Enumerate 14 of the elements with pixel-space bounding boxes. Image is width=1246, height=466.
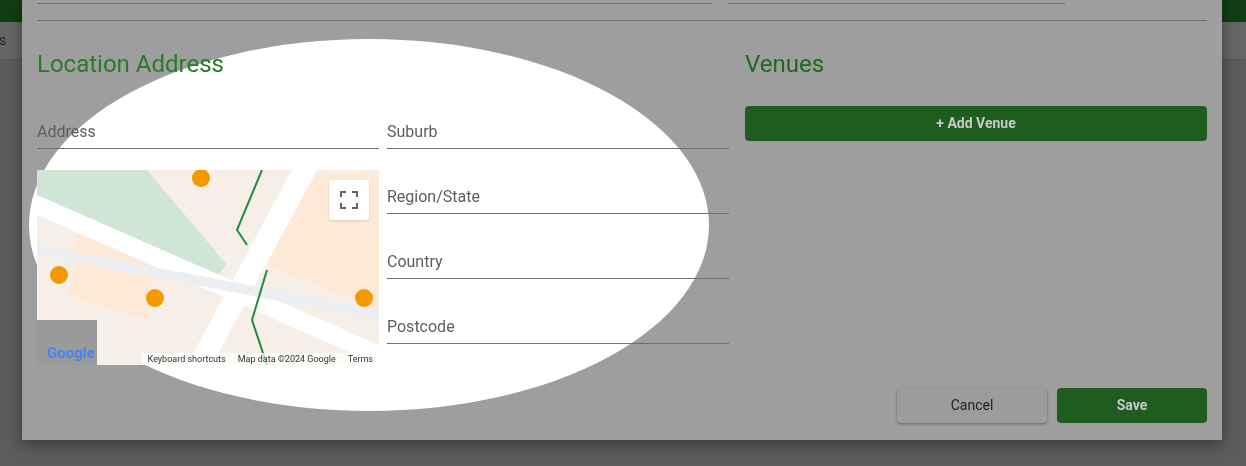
text-field[interactable]: Suburb [387, 119, 729, 149]
map-attribution-link[interactable]: Terms [341, 353, 379, 365]
add-venue-button[interactable]: + Add Venue [745, 106, 1207, 141]
text-field[interactable]: Country [387, 249, 729, 279]
map-attribution-link[interactable]: Keyboard shortcuts [141, 353, 232, 365]
map-attribution-link[interactable]: Map data ©2024 Google [231, 353, 342, 365]
section-heading: Venues [745, 49, 826, 79]
save-button[interactable]: Save [1057, 388, 1207, 423]
cancel-button[interactable]: Cancel [897, 388, 1047, 423]
map-logo: Google [47, 346, 95, 361]
fullscreen-icon [340, 191, 358, 209]
text-field[interactable]: Postcode [387, 314, 729, 344]
fullscreen-button[interactable] [329, 180, 369, 220]
text-field[interactable]: Region/State [387, 184, 729, 214]
